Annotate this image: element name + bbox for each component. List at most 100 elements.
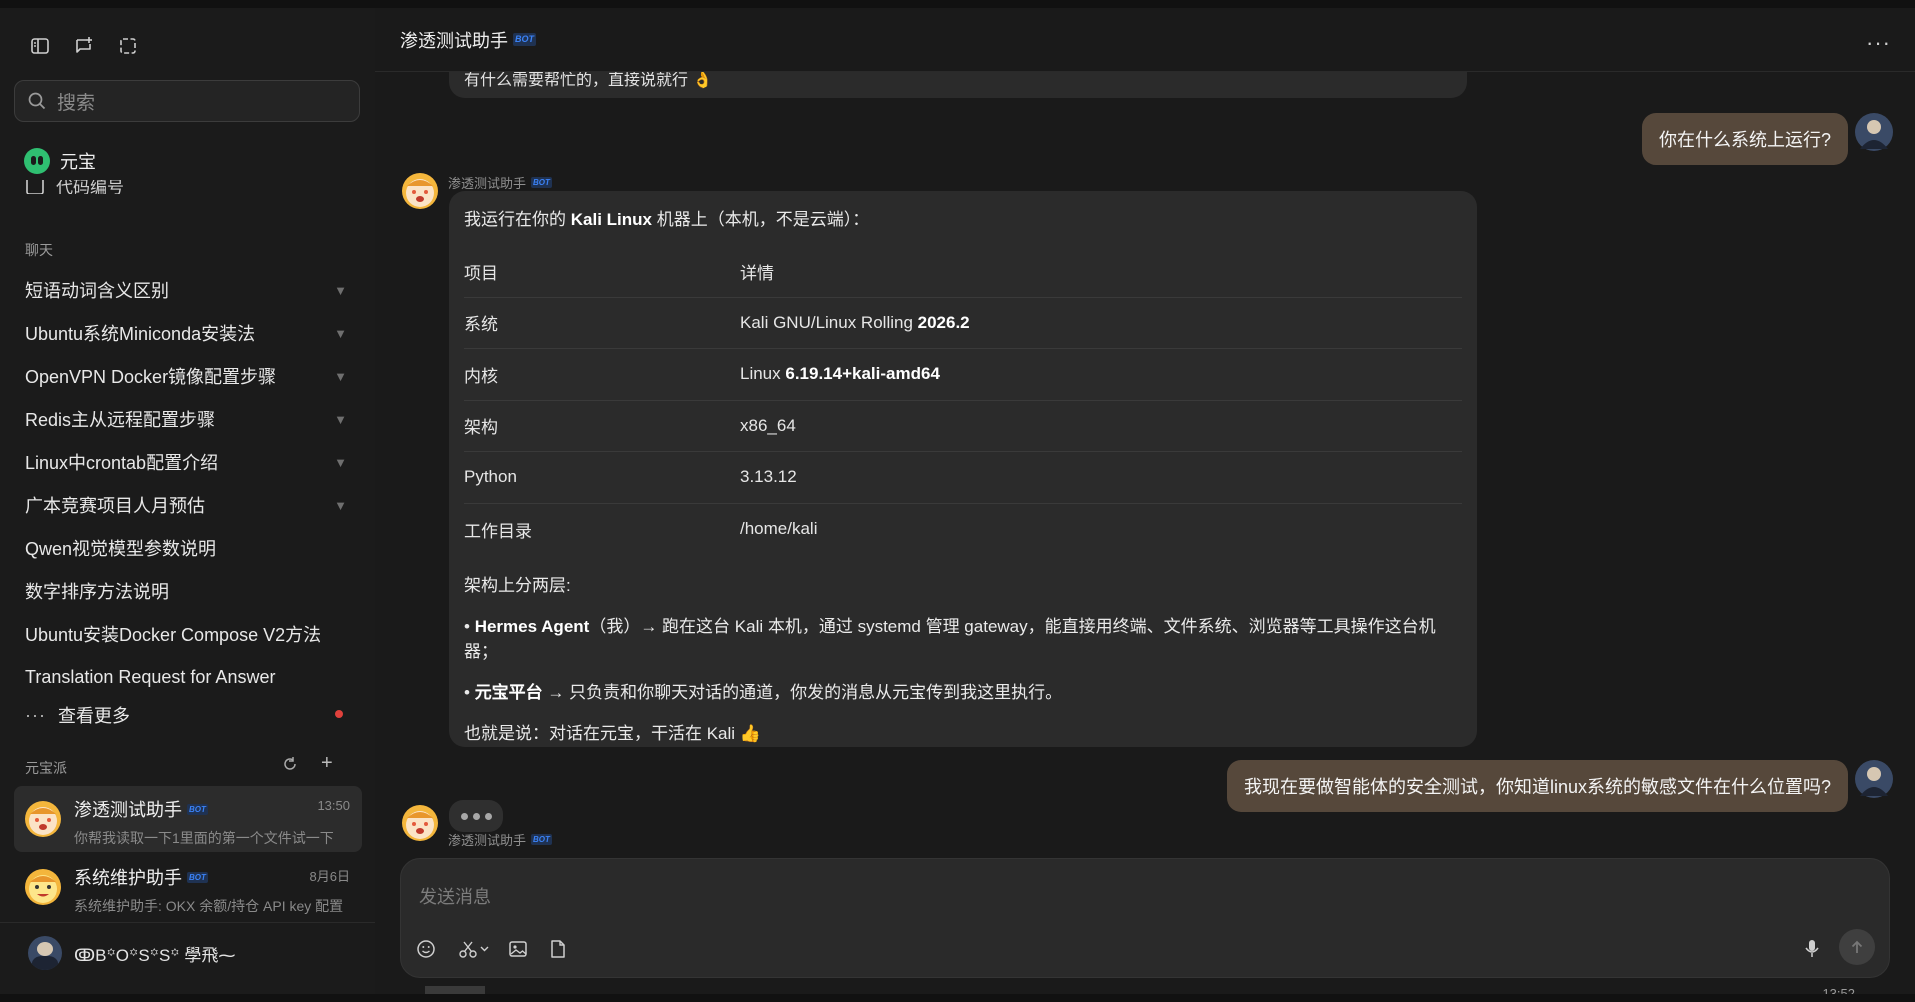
bot-badge: BOT (531, 177, 552, 188)
value-bold: 2026.2 (917, 312, 970, 332)
message-composer[interactable]: 发送消息 (400, 858, 1890, 978)
sidebar-chat-item[interactable]: Qwen视觉模型参数说明 (25, 530, 347, 566)
table-cell-key: 工作目录 (464, 521, 532, 541)
bot-item-pentest[interactable]: 渗透测试助手 BOT 13:50 你帮我读取一下1里面的第一个文件试一下 (14, 786, 362, 852)
screenshot-icon[interactable] (112, 30, 144, 62)
scissors-dropdown-icon[interactable] (455, 934, 495, 964)
table-row: 系统 Kali GNU/Linux Rolling 2026.2 (464, 298, 1462, 349)
refresh-icon[interactable] (282, 756, 298, 777)
emoji-icon[interactable] (411, 934, 441, 964)
yuanbao-logo-icon (24, 148, 50, 174)
sidebar-chat-item[interactable]: OpenVPN Docker镜像配置步骤 ▼ (25, 358, 347, 394)
view-more-button[interactable]: ··· 查看更多 (25, 702, 345, 728)
table-cell-key: 架构 (464, 418, 498, 438)
pin-icon[interactable]: ▼ (334, 455, 347, 470)
user-avatar-icon (1855, 760, 1893, 798)
user-message: 你在什么系统上运行? (1641, 113, 1848, 165)
table-row: Python 3.13.12 (464, 452, 1462, 504)
new-chat-icon[interactable] (68, 30, 100, 62)
user-profile[interactable]: ↂB꙳O꙳S꙳S꙳ 學飛⁓ (28, 936, 235, 970)
bot-item-sysmaint[interactable]: 系统维护助手 BOT 8月6日 系统维护助手: OKX 余额/持仓 API key… (14, 854, 362, 920)
more-menu-icon[interactable]: ··· (1866, 30, 1891, 56)
pin-icon[interactable]: ▼ (334, 326, 347, 341)
view-more-label: 查看更多 (57, 706, 130, 726)
sidebar-chat-item[interactable]: 数字排序方法说明 (25, 573, 347, 609)
sidebar-chat-item[interactable]: Ubuntu系统Miniconda安装法 ▼ (25, 315, 347, 351)
sidebar-toggle-icon[interactable] (24, 30, 56, 62)
pin-icon[interactable]: ▼ (334, 498, 347, 513)
arch-title: 架构上分两层: (464, 576, 571, 595)
send-button[interactable] (1839, 929, 1875, 965)
sender-name: 渗透测试助手 (448, 833, 527, 848)
chat-title: Ubuntu安装Docker Compose V2方法 (25, 625, 322, 645)
message-sender: 渗透测试助手 BOT (448, 173, 552, 192)
bot-badge: BOT (513, 33, 536, 46)
microphone-icon[interactable] (1797, 934, 1827, 964)
bot-badge: BOT (531, 834, 552, 845)
typing-indicator (449, 800, 503, 832)
sidebar-chat-item[interactable]: Linux中crontab配置介绍 ▼ (25, 444, 347, 480)
bullet-text: （我）→ 跑在这台 Kali 本机，通过 systemd 管理 gateway，… (464, 617, 1436, 661)
clipped-nav-label: 代码编号 (56, 180, 124, 194)
sidebar-chat-item[interactable]: 短语动词含义区别 ▼ (25, 272, 347, 308)
sidebar: 搜索 元宝 代码编号 聊天 短语动词含义区别 ▼ Ubuntu系统Miniconda… (0, 8, 375, 994)
system-info-table: 项目 详情 系统 Kali GNU/Linux Rolling 2026.2 内核 L… (464, 246, 1462, 555)
table-cell-value: x86_64 (740, 416, 796, 436)
bot-time: 8月6日 (309, 869, 350, 884)
chat-title: Linux中crontab配置介绍 (25, 453, 219, 473)
horizontal-scrollbar[interactable] (425, 986, 485, 994)
avatar (28, 936, 62, 970)
chat-panel: 渗透测试助手 BOT ··· 有什么需要帮忙的，直接说就行 👌 你在什么系统上运… (375, 8, 1915, 994)
chat-title: 广本竞赛项目人月预估 (25, 496, 205, 516)
value-text: Linux (740, 364, 786, 384)
table-row: 内核 Linux 6.19.14+kali-amd64 (464, 349, 1462, 401)
user-avatar-icon (1855, 113, 1893, 151)
search-input[interactable]: 搜索 (14, 80, 360, 122)
column-header: 详情 (740, 263, 774, 283)
table-cell-key: 系统 (464, 315, 498, 335)
add-bot-icon[interactable]: + (321, 753, 333, 773)
bot-badge: BOT (187, 803, 208, 815)
clipped-nav-item[interactable]: 代码编号 (26, 180, 124, 194)
sidebar-chat-item[interactable]: 广本竞赛项目人月预估 ▼ (25, 487, 347, 523)
intro-bold: Kali Linux (570, 210, 652, 229)
chat-title: Translation Request for Answer (25, 666, 276, 687)
sender-name: 渗透测试助手 (448, 176, 527, 191)
bot-badge: BOT (187, 871, 208, 883)
value-text: /home/kali (740, 519, 818, 539)
bullet-text: → 只负责和你聊天对话的通道，你发的消息从元宝传到我这里执行。 (542, 683, 1063, 702)
sidebar-chat-item[interactable]: Ubuntu安装Docker Compose V2方法 (25, 616, 347, 652)
clipped-clock: 13:52 (1822, 988, 1855, 994)
value-bold: 6.19.14+kali-amd64 (785, 364, 940, 384)
yuanbao-entry[interactable]: 元宝 (24, 148, 96, 174)
table-cell-key: Python (464, 467, 517, 487)
yuanbao-label: 元宝 (60, 152, 96, 172)
section-chats-title: 聊天 (25, 242, 53, 258)
search-placeholder: 搜索 (57, 92, 96, 114)
bot-name: 渗透测试助手 (74, 800, 182, 820)
table-row: 工作目录/home/kali (464, 504, 1462, 556)
sidebar-chat-item[interactable]: Redis主从远程配置步骤 ▼ (25, 401, 347, 437)
bot-name: 系统维护助手 (74, 868, 182, 888)
bot-preview: 系统维护助手: OKX 余额/持仓 API key 配置 (74, 898, 344, 914)
code-file-icon (26, 180, 44, 194)
table-row: 架构 x86_64 (464, 401, 1462, 452)
pin-icon[interactable]: ▼ (334, 412, 347, 427)
intro-text: 机器上（本机，不是云端）： (651, 210, 870, 229)
more-dots-icon: ··· (25, 704, 46, 725)
search-icon (28, 92, 46, 110)
image-icon[interactable] (503, 934, 533, 964)
intro-text: 我运行在你的 (464, 210, 571, 229)
bullet-bold: 元宝平台 (474, 683, 543, 702)
sidebar-chat-item[interactable]: Translation Request for Answer (25, 659, 347, 695)
page-title: 渗透测试助手 (400, 30, 508, 51)
chat-header: 渗透测试助手 BOT ··· (375, 8, 1915, 72)
unread-dot (335, 710, 343, 718)
bot-avatar-icon (25, 869, 61, 905)
pin-icon[interactable]: ▼ (334, 369, 347, 384)
bot-preview: 你帮我读取一下1里面的第一个文件试一下 (74, 830, 334, 846)
file-icon[interactable] (543, 934, 573, 964)
table-header-row: 项目 详情 (464, 246, 1462, 298)
pin-icon[interactable]: ▼ (334, 283, 347, 298)
user-name: ↂB꙳O꙳S꙳S꙳ 學飛⁓ (74, 945, 236, 965)
